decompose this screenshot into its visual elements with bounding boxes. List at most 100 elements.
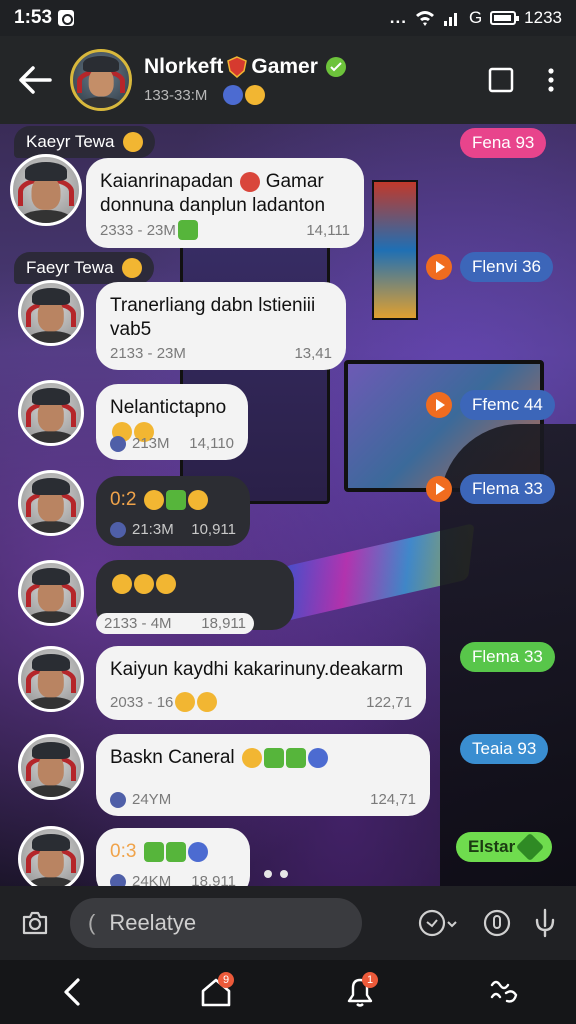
camera-button[interactable] (0, 910, 70, 936)
play-icon[interactable] (426, 476, 452, 502)
sender-tag: Kaeyr Tewa (14, 126, 155, 158)
chevron-left-icon (64, 978, 80, 1006)
tag-pill[interactable]: Ffemc 44 (460, 390, 555, 420)
message-time: 2133 - 23M (110, 345, 186, 362)
message-count: 13,41 (294, 345, 332, 362)
message-count: 18,911 (191, 873, 236, 886)
message-time: 24YM (132, 791, 172, 808)
square-icon[interactable] (488, 67, 514, 93)
avatar[interactable] (18, 470, 84, 536)
globe-icon (110, 791, 126, 808)
tag-pill[interactable]: Teaia 93 (460, 734, 549, 764)
nav-menu-button[interactable] (474, 962, 534, 1022)
wifi-icon (415, 11, 434, 26)
avatar[interactable] (18, 560, 84, 626)
message-bubble[interactable]: Baskn Caneral 24YM 124,71 (96, 734, 430, 816)
message-input[interactable]: ( Reelatye (70, 898, 362, 948)
mic-icon[interactable] (534, 908, 556, 938)
message-time: 213M (132, 435, 170, 452)
contact-status-text: 133-33:M (144, 86, 208, 104)
contact-info[interactable]: Nlorkeft Gamer 133-33:M (144, 55, 346, 105)
contact-name: Nlorkeft Gamer (144, 55, 346, 79)
battery-text: 1233 (524, 8, 562, 27)
message-text: Kaiyun kaydhi kakarinuny.deakarm (110, 659, 404, 680)
message-count: 14,110 (189, 435, 234, 452)
chat-header: Nlorkeft Gamer 133-33:M (0, 36, 576, 124)
message-count: 124,71 (370, 791, 416, 808)
message-time: 2333 - 23M (100, 221, 176, 239)
tag-pill[interactable]: Fena 93 (460, 128, 547, 158)
tag-pill[interactable]: Flema 33 (460, 642, 555, 672)
message-composer: ( Reelatye (0, 886, 576, 960)
verified-icon (325, 57, 346, 77)
nav-back-button[interactable] (42, 962, 102, 1022)
signal-icon (443, 13, 457, 26)
sticker-icon[interactable] (418, 908, 460, 938)
status-right: ... G 1233 (390, 8, 562, 28)
more-vert-icon[interactable] (548, 68, 554, 92)
message-bubble[interactable]: 2133 - 4M 18,911 (96, 560, 294, 634)
globe-icon (110, 873, 126, 886)
message-text: Baskn Caneral (110, 747, 235, 768)
back-button[interactable] (0, 36, 70, 124)
notifications-badge: 1 (362, 972, 378, 988)
globe-icon (110, 521, 126, 538)
medal-icon (221, 85, 266, 105)
leaf-icon (143, 841, 164, 862)
message-bubble[interactable]: Nelantictapno 213M 14,110 (96, 384, 248, 460)
message-bubble[interactable]: 0:3 24KM 18,911 (96, 828, 250, 886)
smile-icon (143, 489, 164, 510)
contact-name-text: Nlorkeft (144, 55, 224, 78)
tag-pill[interactable]: Flenvi 36 (460, 252, 553, 282)
avatar[interactable] (18, 734, 84, 800)
message-time: 24KM (132, 873, 172, 886)
potion-icon (187, 841, 208, 862)
medal-icon (241, 747, 262, 768)
battery-icon (490, 11, 520, 25)
avatar[interactable] (10, 154, 82, 226)
arrow-left-icon (19, 66, 52, 94)
message-count: 122,71 (366, 693, 412, 711)
message-bubble[interactable]: 0:2 21:3M 10,911 (96, 476, 250, 546)
shield-icon (227, 56, 248, 78)
play-icon[interactable] (426, 254, 452, 280)
avatar[interactable] (18, 380, 84, 446)
message-bubble[interactable]: Kaianrinapadan Gamar donnuna danplun lad… (86, 158, 364, 248)
chat-area[interactable]: Kaeyr Tewa Kaianrinapadan Gamar donnuna … (0, 124, 576, 886)
home-badge: 9 (218, 972, 234, 988)
message-time: 2033 - 16 (110, 693, 174, 711)
message-text: vab5 (110, 319, 152, 340)
avatar[interactable] (18, 280, 84, 346)
message-bubble[interactable]: Kaiyun kaydhi kakarinuny.deakarm 2033 - … (96, 646, 426, 720)
timer-icon[interactable] (482, 908, 512, 938)
leaf-icon (263, 747, 284, 768)
input-caret: ( (88, 910, 96, 935)
nav-home-button[interactable]: 9 (186, 962, 246, 1022)
shield-emoji-icon (240, 171, 261, 192)
message-time: 2133 - 4M (104, 615, 172, 632)
hand-icon (122, 132, 143, 152)
avatar[interactable] (18, 826, 84, 886)
play-icon[interactable] (426, 392, 452, 418)
tag-pill[interactable]: Flema 33 (460, 474, 555, 504)
notification-icon (58, 10, 75, 26)
gem-icon (285, 747, 306, 768)
tag-pill[interactable]: Elstar (456, 832, 552, 862)
contact-name-suffix: Gamer (251, 55, 318, 78)
message-count: 10,911 (191, 521, 236, 538)
message-bubble[interactable]: Tranerliang dabn lstieniii vab5 2133 - 2… (96, 282, 346, 370)
sender-tag: Faeyr Tewa (14, 252, 154, 284)
background-poster (372, 180, 418, 320)
contact-avatar[interactable] (70, 49, 132, 111)
gem-icon (165, 841, 186, 862)
more-notifications-icon: ... (389, 8, 407, 27)
hand-icon (121, 258, 142, 278)
status-time: 1:53 (14, 7, 53, 28)
avatar[interactable] (18, 646, 84, 712)
nav-notifications-button[interactable]: 1 (330, 962, 390, 1022)
message-text: donnuna danplun ladanton (100, 195, 326, 216)
header-actions (488, 67, 576, 93)
globe-icon (110, 435, 126, 452)
medal-icon (197, 692, 218, 712)
message-text: 0:3 (110, 841, 137, 862)
